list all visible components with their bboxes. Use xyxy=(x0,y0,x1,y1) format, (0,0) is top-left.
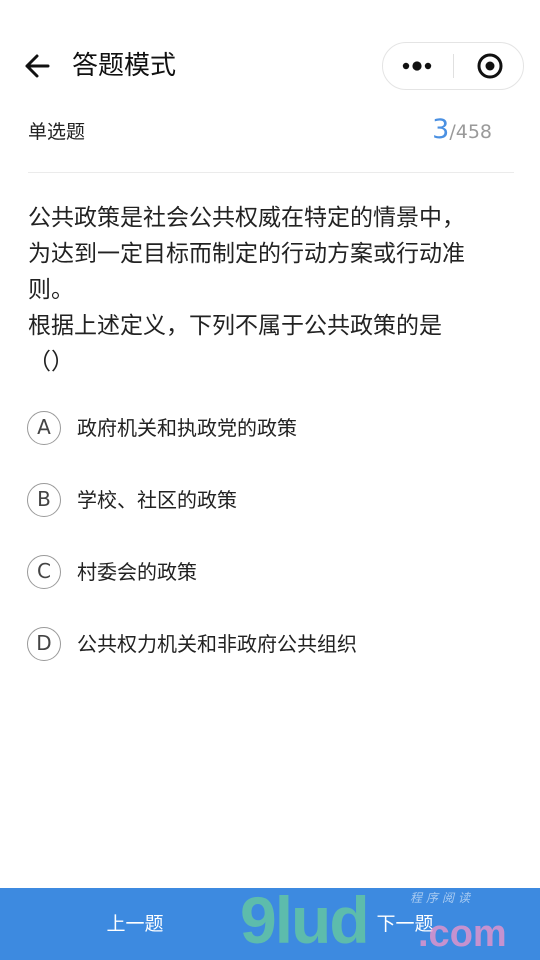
option-c[interactable]: C 村委会的政策 xyxy=(27,555,517,593)
close-button[interactable] xyxy=(454,43,524,89)
question-header: 单选题 3/458 xyxy=(28,112,514,173)
option-text: 政府机关和执政党的政策 xyxy=(77,416,297,440)
question-line: 根据上述定义，下列不属于公共政策的是 xyxy=(28,313,442,339)
previous-question-button[interactable]: 上一题 xyxy=(0,888,270,960)
option-letter-badge: C xyxy=(27,555,61,589)
answer-options: A 政府机关和执政党的政策 B 学校、社区的政策 C 村委会的政策 D 公共权力… xyxy=(27,411,517,699)
next-question-button[interactable]: 下一题 xyxy=(270,888,540,960)
question-line: 公共政策是社会公共权威在特定的情景中， xyxy=(28,205,465,231)
back-button[interactable] xyxy=(18,46,58,86)
option-letter-badge: A xyxy=(27,411,61,445)
option-text: 村委会的政策 xyxy=(77,560,197,584)
question-type-label: 单选题 xyxy=(28,121,86,143)
option-letter-badge: D xyxy=(27,627,61,661)
target-close-icon xyxy=(477,53,503,79)
question-line: 为达到一定目标而制定的行动方案或行动准 xyxy=(28,241,465,267)
question-line: （） xyxy=(28,349,74,375)
question-counter: 3/458 xyxy=(432,112,492,150)
total-question-count: /458 xyxy=(449,121,492,143)
option-b[interactable]: B 学校、社区的政策 xyxy=(27,483,517,521)
option-letter-badge: B xyxy=(27,483,61,517)
option-text: 公共权力机关和非政府公共组织 xyxy=(77,632,357,656)
more-dots-icon xyxy=(402,61,432,71)
question-stem: 公共政策是社会公共权威在特定的情景中， 为达到一定目标而制定的行动方案或行动准 … xyxy=(28,200,518,380)
current-question-number: 3 xyxy=(432,114,450,145)
option-d[interactable]: D 公共权力机关和非政府公共组织 xyxy=(27,627,517,665)
page-title: 答题模式 xyxy=(72,51,177,81)
question-line: 则。 xyxy=(28,277,74,303)
option-a[interactable]: A 政府机关和执政党的政策 xyxy=(27,411,517,449)
bottom-navigation-bar: 上一题 下一题 xyxy=(0,888,540,960)
more-button[interactable] xyxy=(383,43,453,89)
mini-program-capsule xyxy=(382,42,524,90)
option-text: 学校、社区的政策 xyxy=(77,488,237,512)
quiz-page: 答题模式 单选题 3/458 公共政策是社会公共权威在特定的情景中， 为达到一定… xyxy=(0,0,540,960)
back-arrow-icon xyxy=(25,54,50,78)
top-navigation-bar: 答题模式 xyxy=(0,0,540,120)
